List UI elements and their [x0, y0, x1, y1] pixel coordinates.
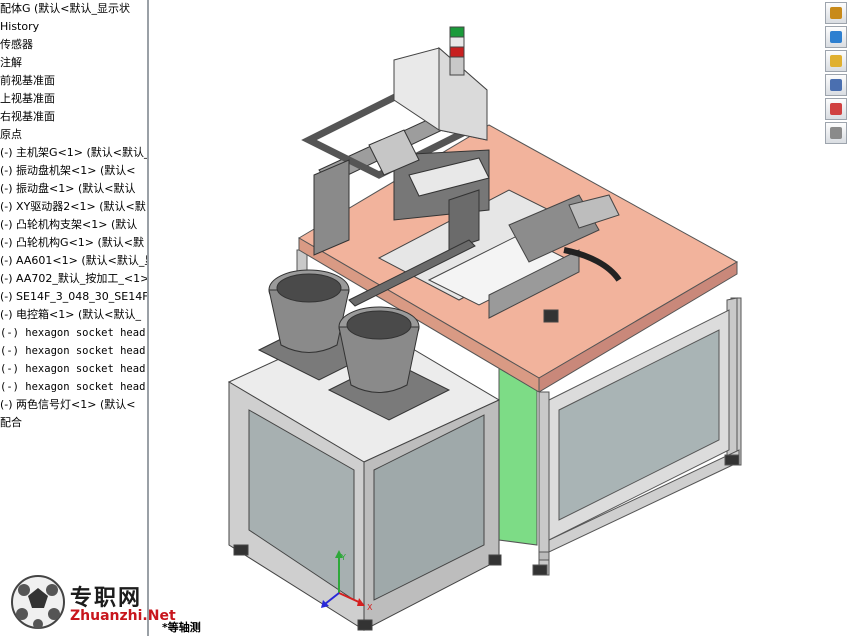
- tree-item[interactable]: 注解: [0, 54, 147, 72]
- folder-icon[interactable]: [825, 50, 847, 72]
- tree-item[interactable]: 右视基准面: [0, 108, 147, 126]
- triad-x-label: X: [367, 603, 373, 612]
- graphics-viewport[interactable]: Y X: [149, 0, 849, 636]
- tree-item[interactable]: (-) hexagon socket head c: [0, 324, 147, 342]
- triad-y-label: Y: [340, 553, 346, 562]
- tree-item[interactable]: 上视基准面: [0, 90, 147, 108]
- tree-item[interactable]: (-) 两色信号灯<1> (默认<: [0, 396, 147, 414]
- tree-item[interactable]: (-) hexagon socket head c: [0, 378, 147, 396]
- tree-item[interactable]: (-) 电控箱<1> (默认<默认_: [0, 306, 147, 324]
- tree-item[interactable]: 配体G (默认<默认_显示状: [0, 0, 147, 18]
- tree-item[interactable]: (-) hexagon socket head c: [0, 360, 147, 378]
- view-palette-icon[interactable]: [825, 74, 847, 96]
- tree-item[interactable]: (-) hexagon socket head c: [0, 342, 147, 360]
- tree-item[interactable]: (-) 主机架G<1> (默认<默认_: [0, 144, 147, 162]
- tree-item[interactable]: 前视基准面: [0, 72, 147, 90]
- feature-manager-tree: 配体G (默认<默认_显示状 History 传感器 注解 前视基准面 上视基准面 右视基准…: [0, 0, 149, 636]
- tree-item[interactable]: 传感器: [0, 36, 147, 54]
- home-icon[interactable]: [825, 2, 847, 24]
- x-axis-arrow: [338, 592, 362, 604]
- tree-item[interactable]: 配合: [0, 414, 147, 432]
- signal-tower: [393, 26, 488, 141]
- custom-properties-icon[interactable]: [825, 122, 847, 144]
- tree-item[interactable]: 原点: [0, 126, 147, 144]
- tree-item[interactable]: History: [0, 18, 147, 36]
- z-axis-arrow: [324, 592, 340, 605]
- tree-item[interactable]: (-) 凸轮机构支架<1> (默认: [0, 216, 147, 234]
- tree-item[interactable]: (-) XY驱动器2<1> (默认<默: [0, 198, 147, 216]
- tree-item[interactable]: (-) 振动盘<1> (默认<默认: [0, 180, 147, 198]
- reference-triad: Y X: [319, 548, 379, 618]
- resources-icon[interactable]: [825, 26, 847, 48]
- tree-item[interactable]: (-) AA601<1> (默认<默认_显: [0, 252, 147, 270]
- tree-item[interactable]: (-) 凸轮机构G<1> (默认<默: [0, 234, 147, 252]
- task-pane-tabs: [823, 0, 849, 144]
- appearance-icon[interactable]: [825, 98, 847, 120]
- tree-item[interactable]: (-) SE14F_3_048_30_SE14F-3: [0, 288, 147, 306]
- machine-model: [227, 26, 742, 631]
- tree-item[interactable]: (-) AA702_默认_按加工_<1> <: [0, 270, 147, 288]
- watermark-en: Zhuanzhi.Net: [70, 608, 176, 624]
- tree-item[interactable]: (-) 振动盘机架<1> (默认<: [0, 162, 147, 180]
